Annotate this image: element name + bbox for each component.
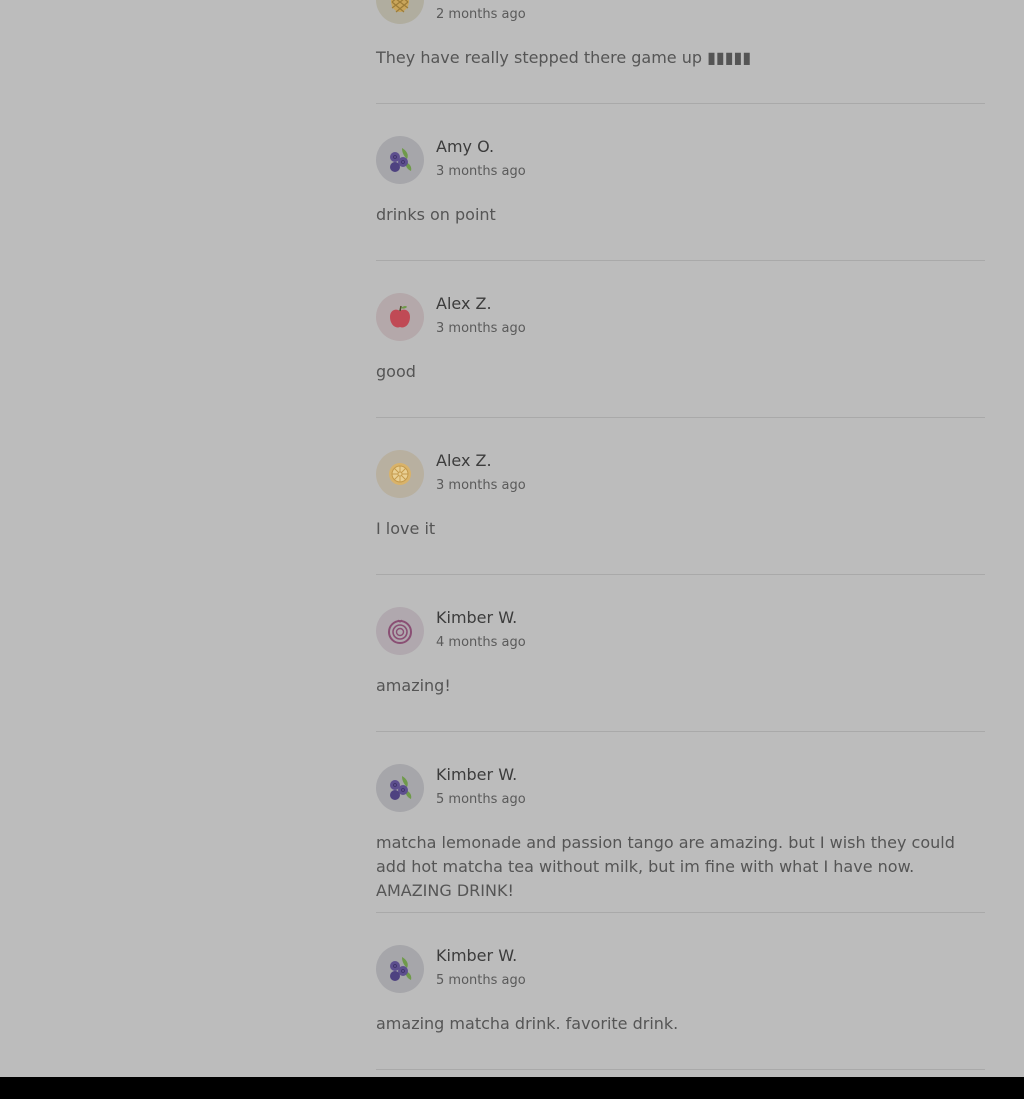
lemon-icon <box>376 450 424 498</box>
reviewer-name[interactable]: Kimber W. <box>436 608 517 628</box>
pineapple-icon <box>376 0 424 24</box>
reviewer-name[interactable]: Alex Z. <box>436 451 492 471</box>
review-text: good <box>376 362 416 381</box>
review-text: matcha lemonade and passion tango are am… <box>376 833 955 900</box>
blueberry-icon <box>376 945 424 993</box>
review-time: 5 months ago <box>436 792 526 807</box>
review-time: 3 months ago <box>436 164 526 179</box>
reviewer-name[interactable]: Amy O. <box>436 137 494 157</box>
review-text: They have really stepped there game up ▮… <box>376 48 752 67</box>
review-item: Amy O. 3 months ago drinks on point <box>376 103 985 261</box>
review-time: 3 months ago <box>436 321 526 336</box>
bottom-bar <box>0 1077 1024 1099</box>
review-text: drinks on point <box>376 205 496 224</box>
review-time: 5 months ago <box>436 973 526 988</box>
review-item: Alex Z. 3 months ago I love it <box>376 417 985 575</box>
review-item: Kimber W. 5 months ago matcha lemonade a… <box>376 731 985 913</box>
review-text: amazing matcha drink. favorite drink. <box>376 1014 679 1033</box>
reviewer-name[interactable]: Alex Z. <box>436 294 492 314</box>
review-item: Kimber W. 5 months ago amazing matcha dr… <box>376 912 985 1070</box>
onion-icon <box>376 607 424 655</box>
blueberry-icon <box>376 136 424 184</box>
review-item: Kimber W. 4 months ago amazing! <box>376 574 985 732</box>
review-time: 2 months ago <box>436 7 526 22</box>
reviewer-name[interactable]: Kimber W. <box>436 946 517 966</box>
review-item: 2 months ago They have really stepped th… <box>376 0 985 104</box>
reviewer-name[interactable]: Kimber W. <box>436 765 517 785</box>
review-item: Alex Z. 3 months ago good <box>376 260 985 418</box>
review-text: amazing! <box>376 676 451 695</box>
apple-icon <box>376 293 424 341</box>
review-time: 4 months ago <box>436 635 526 650</box>
review-text: I love it <box>376 519 436 538</box>
blueberry-icon <box>376 764 424 812</box>
review-time: 3 months ago <box>436 478 526 493</box>
